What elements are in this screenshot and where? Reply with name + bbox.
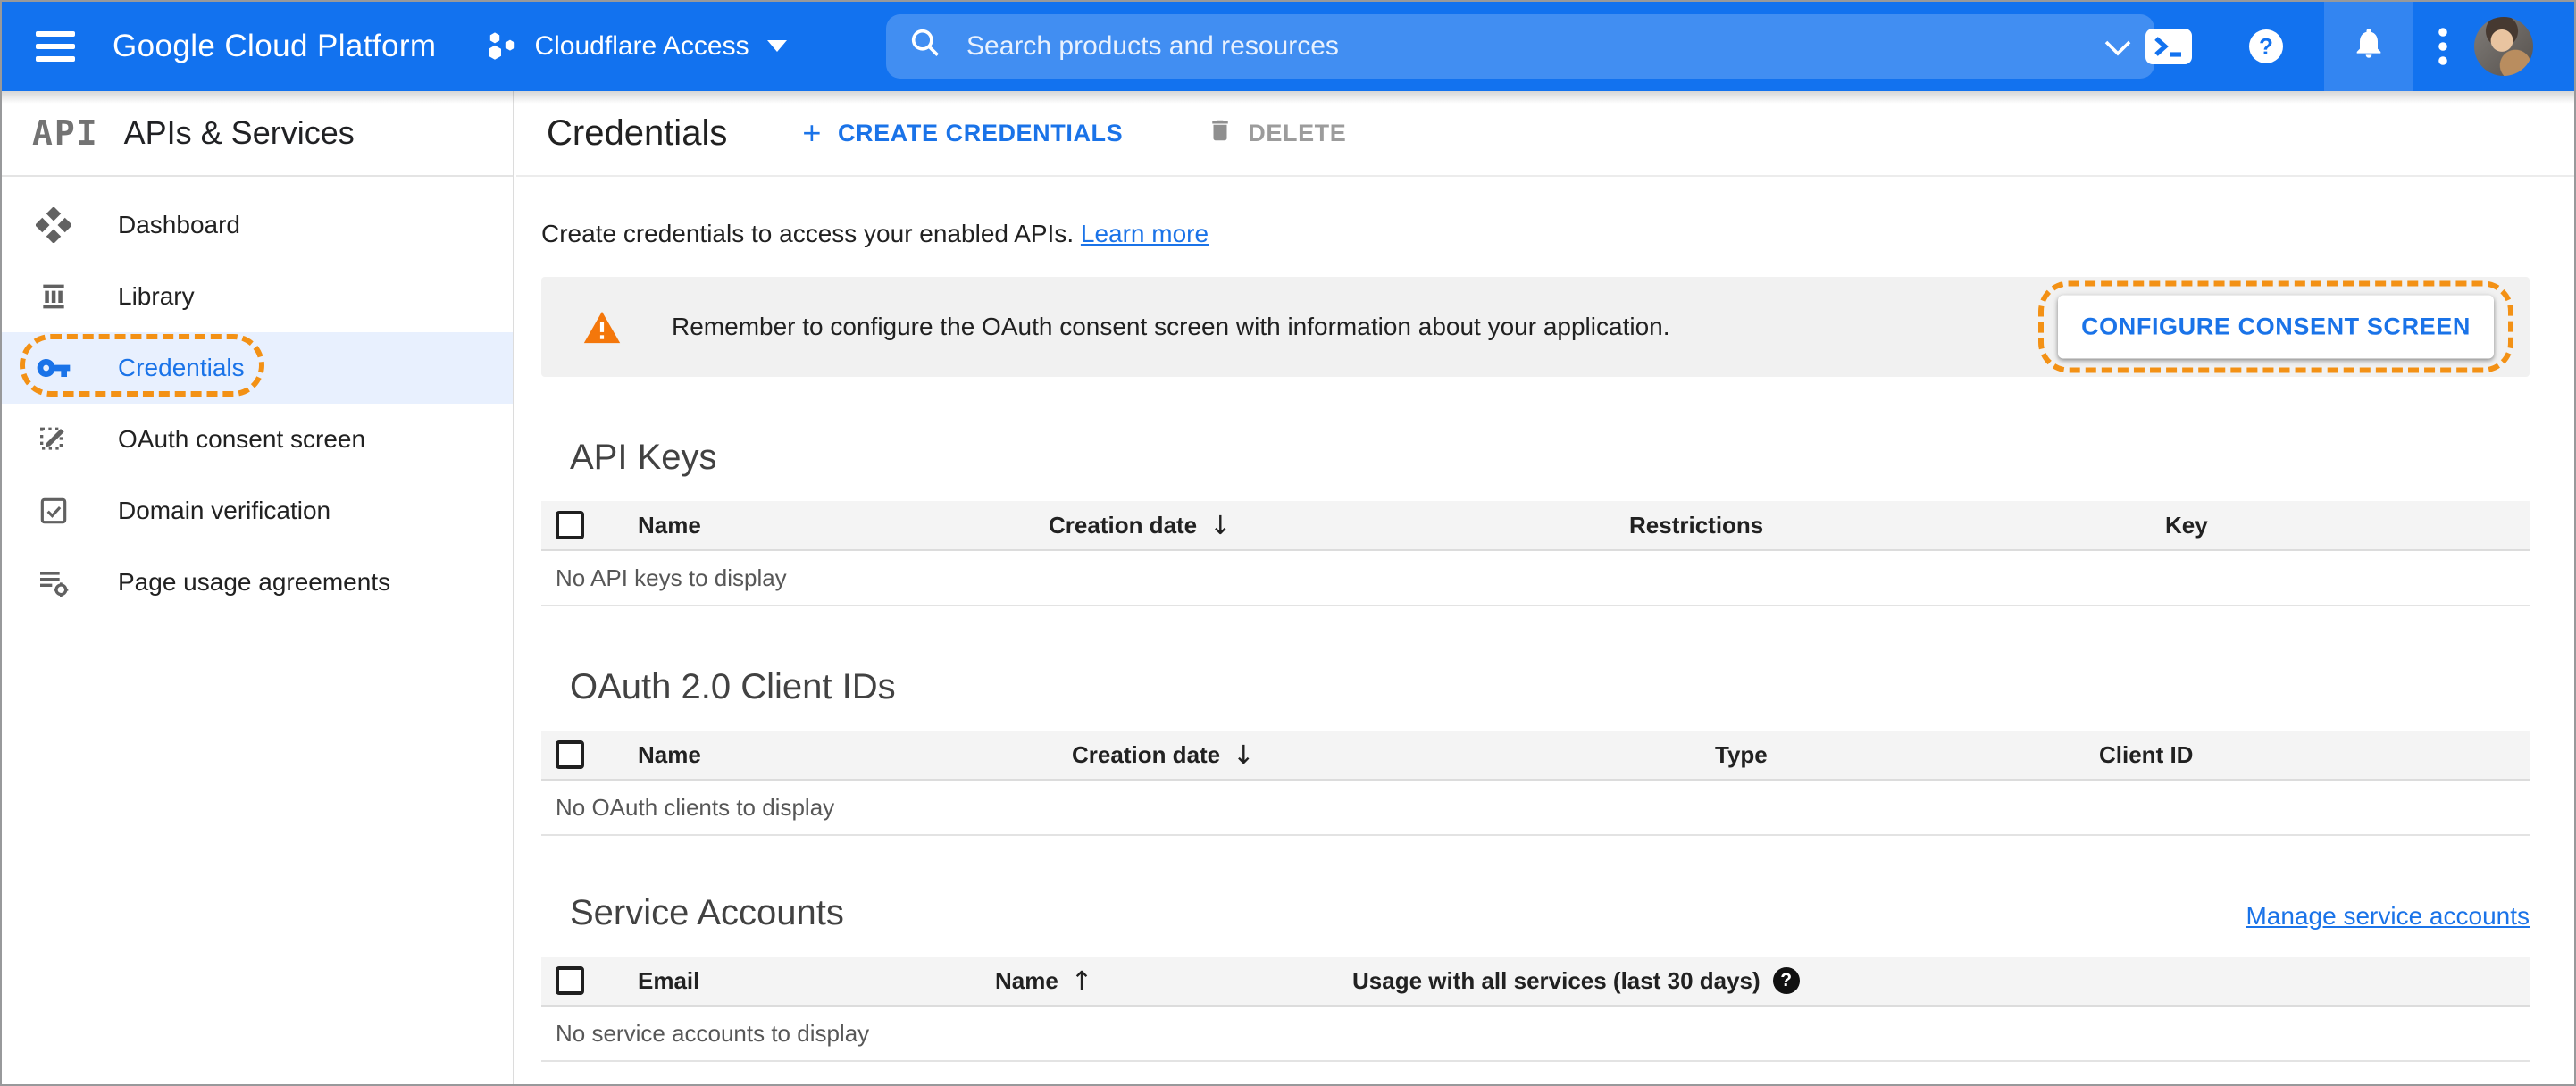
delete-button[interactable]: DELETE [1207,115,1346,152]
page-header: Credentials + CREATE CREDENTIALS DELETE [516,91,2574,177]
search-bar[interactable] [886,14,2154,79]
consent-warning-banner: Remember to configure the OAuth consent … [541,277,2530,377]
trash-icon [1207,115,1248,152]
sidebar-item-library[interactable]: Library [2,261,513,332]
api-keys-empty-state: No API keys to display [541,551,2530,606]
plus-icon: + [802,114,822,151]
sort-descending-icon: ↓ [1233,739,1255,770]
service-accounts-title-row: Service Accounts Manage service accounts [570,893,2530,933]
service-accounts-table-header: Email Name ↑ Usage with all services (la… [541,957,2530,1007]
oauth-clients-empty-state: No OAuth clients to display [541,781,2530,836]
api-keys-table: Name Creation date ↓ Restrictions Key No… [541,501,2530,606]
product-logo-text[interactable]: Google Cloud Platform [113,29,436,64]
column-header-creation-date[interactable]: Creation date ↓ [1058,739,1701,770]
sidebar-header: API APIs & Services [2,91,513,177]
column-header-creation-date[interactable]: Creation date ↓ [1034,510,1615,540]
sidebar-item-credentials[interactable]: Credentials [2,332,513,404]
main-content: Create credentials to access your enable… [516,177,2574,1084]
oauth-clients-table: Name Creation date ↓ Type Client ID No O… [541,731,2530,836]
section-title-api-keys: API Keys [570,438,717,477]
top-app-bar: Google Cloud Platform Cloudflare Access [2,2,2574,91]
cloud-shell-icon[interactable] [2145,29,2192,64]
library-icon [32,279,75,314]
api-logo: API [32,113,99,153]
service-accounts-empty-state: No service accounts to display [541,1007,2530,1062]
sidebar-item-page-usage-agreements[interactable]: Page usage agreements [2,547,513,618]
search-input[interactable] [963,29,2104,63]
consent-button-area: CONFIGURE CONSENT SCREEN [2038,280,2513,373]
configure-consent-screen-button[interactable]: CONFIGURE CONSENT SCREEN [2058,295,2494,359]
sidebar-item-domain-verification[interactable]: Domain verification [2,475,513,547]
usage-help-icon[interactable]: ? [1772,967,1800,994]
column-header-type[interactable]: Type [1701,741,2085,769]
oauth-clients-table-header: Name Creation date ↓ Type Client ID [541,731,2530,781]
create-credentials-button[interactable]: + CREATE CREDENTIALS [802,117,1123,149]
checkbox-check-icon [32,494,75,528]
column-header-name[interactable]: Name [623,741,1058,769]
select-all-checkbox[interactable] [556,966,584,995]
search-icon [909,27,941,66]
section-title-service-accounts: Service Accounts [570,893,844,932]
sidebar-title: APIs & Services [123,114,355,151]
column-header-usage[interactable]: Usage with all services (last 30 days) ? [1338,967,2530,995]
api-keys-table-header: Name Creation date ↓ Restrictions Key [541,501,2530,551]
sort-descending-icon: ↓ [1209,510,1232,540]
column-header-restrictions[interactable]: Restrictions [1615,512,2151,539]
list-gear-icon [32,564,75,600]
key-icon [32,350,75,386]
account-avatar[interactable] [2474,17,2533,76]
bell-icon [2351,25,2387,68]
gcp-console-window: Google Cloud Platform Cloudflare Access [0,0,2576,1086]
manage-service-accounts-link[interactable]: Manage service accounts [2246,902,2530,931]
intro-text: Create credentials to access your enable… [541,220,1209,247]
learn-more-link[interactable]: Learn more [1081,220,1209,247]
column-header-name[interactable]: Name [623,512,1034,539]
sort-ascending-icon: ↑ [1070,965,1093,996]
consent-screen-icon [32,422,75,457]
sidebar-item-dashboard[interactable]: Dashboard [2,189,513,261]
project-selector[interactable]: Cloudflare Access [484,29,787,64]
warning-triangle-icon [582,309,622,345]
column-header-name[interactable]: Name ↑ [981,965,1338,996]
project-caret-down-icon [766,40,787,53]
sidebar: API APIs & Services Dashboard Library Cr… [2,91,514,1084]
notifications-button[interactable] [2324,2,2413,91]
tutorial-highlight-outline: CONFIGURE CONSENT SCREEN [2038,280,2513,373]
column-header-key[interactable]: Key [2151,512,2530,539]
banner-message: Remember to configure the OAuth consent … [672,313,1670,340]
sidebar-nav: Dashboard Library Credentials OAuth cons… [2,177,513,618]
menu-icon[interactable] [36,31,75,62]
dashboard-icon [32,207,75,243]
sidebar-item-oauth-consent-screen[interactable]: OAuth consent screen [2,404,513,475]
section-title-oauth-clients: OAuth 2.0 Client IDs [570,667,896,706]
topbar-actions: ? [2145,2,2574,91]
overflow-menu-icon[interactable] [2438,27,2447,66]
service-accounts-table: Email Name ↑ Usage with all services (la… [541,957,2530,1062]
column-header-email[interactable]: Email [623,967,981,995]
column-header-client-id[interactable]: Client ID [2085,741,2530,769]
page-title: Credentials [547,113,728,153]
search-chevron-down-icon[interactable] [2104,30,2131,63]
select-all-checkbox[interactable] [556,511,584,539]
project-name: Cloudflare Access [534,31,749,61]
project-hexagons-icon [484,29,518,64]
select-all-checkbox[interactable] [556,740,584,769]
help-icon[interactable]: ? [2249,29,2283,63]
